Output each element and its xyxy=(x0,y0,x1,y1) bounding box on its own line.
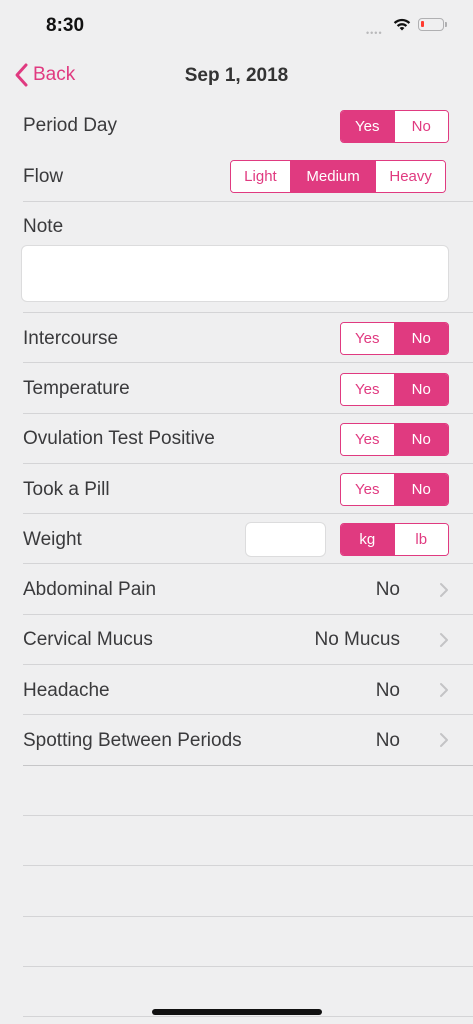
empty-row-divider xyxy=(23,865,473,866)
temperature-yes-option[interactable]: Yes xyxy=(341,374,394,405)
chevron-right-icon xyxy=(440,733,448,747)
period-day-segmented-control: Yes No xyxy=(340,110,449,143)
flow-heavy-option[interactable]: Heavy xyxy=(375,161,445,192)
empty-row-divider xyxy=(23,1016,473,1017)
divider xyxy=(23,413,473,414)
cervical-mucus-row[interactable]: Cervical Mucus xyxy=(23,629,473,653)
note-text-field[interactable] xyxy=(21,245,449,302)
pill-no-option[interactable]: No xyxy=(393,474,448,505)
flow-medium-option[interactable]: Medium xyxy=(289,161,376,192)
flow-label: Flow xyxy=(23,166,64,187)
pill-segmented-control: Yes No xyxy=(340,473,449,506)
navigation-bar: Back Sep 1, 2018 xyxy=(0,50,473,102)
intercourse-segmented-control: Yes No xyxy=(340,322,449,355)
temperature-no-option[interactable]: No xyxy=(393,374,448,405)
intercourse-no-option[interactable]: No xyxy=(393,323,448,354)
pill-yes-option[interactable]: Yes xyxy=(341,474,394,505)
headache-value: No xyxy=(375,680,400,701)
wifi-icon xyxy=(393,18,411,31)
divider xyxy=(23,714,473,715)
headache-row[interactable]: Headache xyxy=(23,680,473,704)
period-day-yes-option[interactable]: Yes xyxy=(341,111,394,142)
home-indicator[interactable] xyxy=(152,1009,322,1015)
intercourse-yes-option[interactable]: Yes xyxy=(341,323,394,354)
ovulation-yes-option[interactable]: Yes xyxy=(341,424,394,455)
signal-icon: •••• xyxy=(366,28,383,38)
ovulation-label: Ovulation Test Positive xyxy=(23,428,215,449)
divider xyxy=(23,513,473,514)
abdominal-pain-label: Abdominal Pain xyxy=(23,579,157,600)
note-row: Note xyxy=(23,216,473,240)
pill-label: Took a Pill xyxy=(23,479,110,500)
chevron-right-icon xyxy=(440,683,448,697)
status-bar: 8:30 •••• xyxy=(0,0,473,50)
status-time: 8:30 xyxy=(46,15,85,36)
spotting-label: Spotting Between Periods xyxy=(23,730,242,751)
note-label: Note xyxy=(23,216,64,237)
ovulation-segmented-control: Yes No xyxy=(340,423,449,456)
period-day-no-option[interactable]: No xyxy=(393,111,448,142)
divider xyxy=(23,563,473,564)
weight-unit-segmented-control: kg lb xyxy=(340,523,449,556)
cervical-mucus-value: No Mucus xyxy=(314,629,400,650)
battery-icon xyxy=(418,18,444,31)
weight-input[interactable] xyxy=(245,522,326,557)
page-title: Sep 1, 2018 xyxy=(184,65,289,86)
headache-label: Headache xyxy=(23,680,110,701)
intercourse-label: Intercourse xyxy=(23,328,119,349)
battery-nub xyxy=(445,22,447,27)
empty-row-divider xyxy=(23,815,473,816)
divider xyxy=(23,614,473,615)
weight-label: Weight xyxy=(23,529,82,550)
cervical-mucus-label: Cervical Mucus xyxy=(23,629,153,650)
empty-row-divider xyxy=(23,966,473,967)
divider xyxy=(23,312,473,313)
flow-segmented-control: Light Medium Heavy xyxy=(230,160,446,193)
weight-lb-option[interactable]: lb xyxy=(393,524,448,555)
divider xyxy=(23,664,473,665)
spotting-row[interactable]: Spotting Between Periods xyxy=(23,730,473,754)
flow-light-option[interactable]: Light xyxy=(231,161,290,192)
empty-row-divider xyxy=(23,916,473,917)
abdominal-pain-row[interactable]: Abdominal Pain xyxy=(23,579,473,603)
weight-kg-option[interactable]: kg xyxy=(341,524,394,555)
divider xyxy=(23,463,473,464)
chevron-right-icon xyxy=(440,633,448,647)
temperature-label: Temperature xyxy=(23,378,130,399)
divider xyxy=(23,362,473,363)
spotting-value: No xyxy=(375,730,400,751)
ovulation-no-option[interactable]: No xyxy=(393,424,448,455)
abdominal-pain-value: No xyxy=(375,579,400,600)
divider xyxy=(23,201,473,202)
chevron-right-icon xyxy=(440,583,448,597)
period-day-label: Period Day xyxy=(23,115,117,136)
temperature-segmented-control: Yes No xyxy=(340,373,449,406)
divider xyxy=(23,765,473,766)
